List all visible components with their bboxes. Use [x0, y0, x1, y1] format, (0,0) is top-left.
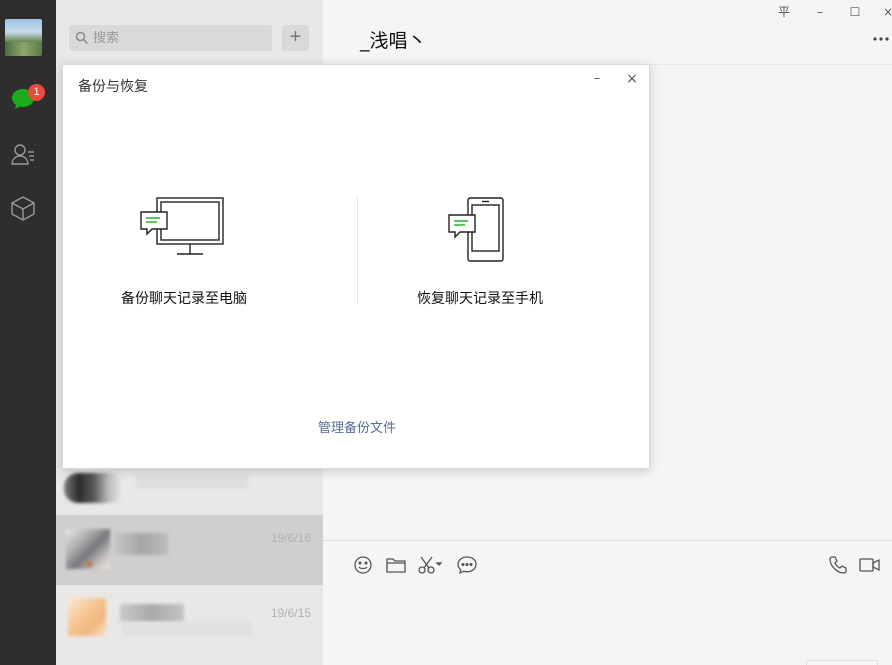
- add-button[interactable]: +: [282, 25, 309, 51]
- minimize-window-button[interactable]: –: [812, 4, 828, 20]
- chat-avatar-dot: [86, 561, 92, 567]
- video-call-icon[interactable]: [858, 555, 882, 575]
- chat-avatar: [64, 473, 124, 503]
- dialog-close-button[interactable]: ×: [624, 71, 640, 87]
- favorites-icon[interactable]: [10, 195, 36, 221]
- chat-avatar: [68, 598, 106, 636]
- backup-to-pc-option[interactable]: 备份聊天记录至电脑: [103, 185, 343, 315]
- folder-icon[interactable]: [385, 555, 407, 575]
- more-options-icon[interactable]: [870, 34, 892, 44]
- restore-to-phone-label: 恢复聊天记录至手机: [417, 291, 543, 307]
- scissors-icon[interactable]: [417, 555, 443, 575]
- phone-call-icon[interactable]: [828, 555, 850, 575]
- dialog-minimize-button[interactable]: –: [589, 71, 605, 87]
- chat-last-message: [122, 622, 252, 636]
- chat-name: [120, 604, 184, 622]
- monitor-chat-icon: [140, 197, 224, 255]
- dialog-title: 备份与恢复: [78, 79, 148, 95]
- chat-title: _浅唱丶: [360, 30, 427, 52]
- send-button-area[interactable]: [806, 660, 878, 665]
- restore-to-phone-option[interactable]: 恢复聊天记录至手机: [393, 185, 633, 315]
- chat-name: [136, 475, 248, 489]
- chat-list-item[interactable]: 19/6/16: [56, 515, 323, 585]
- chat-history-icon[interactable]: [456, 555, 478, 575]
- backup-restore-dialog: 备份与恢复 – × 备份聊天记录至电脑 恢复聊天记录至手机 管理备份文件: [62, 64, 650, 469]
- unread-badge: 1: [28, 84, 45, 101]
- nav-sidebar: 1: [0, 0, 56, 665]
- search-box[interactable]: [69, 25, 272, 51]
- pin-window-button[interactable]: 平: [776, 4, 792, 20]
- backup-to-pc-label: 备份聊天记录至电脑: [121, 291, 247, 307]
- contacts-icon[interactable]: [10, 141, 36, 167]
- close-window-button[interactable]: ×: [883, 4, 892, 20]
- chat-name: [114, 533, 168, 555]
- user-avatar[interactable]: [5, 19, 42, 56]
- chat-time: 19/6/15: [270, 606, 311, 620]
- search-input[interactable]: [93, 25, 263, 51]
- phone-chat-icon: [448, 197, 504, 262]
- chat-list-item[interactable]: 19/6/15: [56, 590, 323, 660]
- manage-backup-files-link[interactable]: 管理备份文件: [318, 417, 396, 436]
- emoji-icon[interactable]: [352, 555, 374, 575]
- search-icon: [75, 31, 89, 45]
- chat-time: 19/6/16: [270, 531, 311, 545]
- options-divider: [357, 196, 358, 304]
- input-divider: [323, 540, 892, 541]
- maximize-window-button[interactable]: ☐: [847, 4, 863, 20]
